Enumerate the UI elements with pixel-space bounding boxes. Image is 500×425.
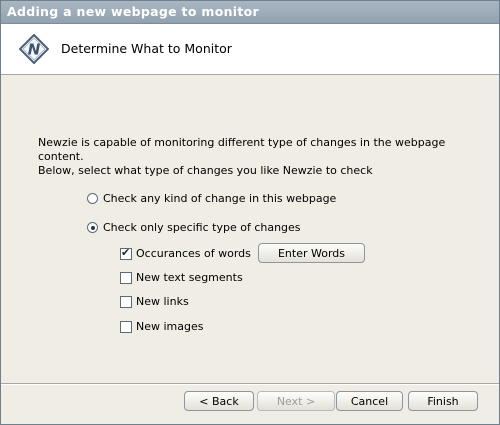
any-change-label: Check any kind of change in this webpage [103, 192, 337, 205]
wizard-header: N Determine What to Monitor [1, 24, 499, 75]
checkbox-new-images[interactable]: New images [120, 320, 203, 333]
wizard-content: Newzie is capable of monitoring differen… [1, 75, 499, 383]
occurances-of-words-label: Occurances of words [136, 247, 251, 260]
new-text-segments-checkbox[interactable] [120, 271, 132, 284]
cancel-button[interactable]: Cancel [336, 391, 403, 411]
new-text-segments-label: New text segments [136, 271, 243, 284]
title-bar[interactable]: Adding a new webpage to monitor [1, 1, 499, 24]
specific-change-label: Check only specific type of changes [103, 221, 301, 234]
next-button[interactable]: Next > [257, 391, 335, 411]
back-button[interactable]: < Back [184, 391, 254, 411]
footer-separator [1, 383, 499, 385]
new-images-checkbox[interactable] [120, 320, 132, 333]
svg-text:N: N [28, 41, 41, 59]
occurances-of-words-checkbox[interactable]: ✔ [120, 245, 132, 260]
description-line-1: Newzie is capable of monitoring differen… [38, 136, 446, 163]
wizard-window: Adding a new webpage to monitor N Determ… [0, 0, 500, 425]
option-specific-change[interactable]: Check only specific type of changes [87, 221, 301, 234]
new-links-checkbox[interactable] [120, 295, 132, 308]
any-change-radio[interactable] [87, 193, 98, 204]
window-title: Adding a new webpage to monitor [7, 4, 259, 19]
checkbox-occurances-of-words[interactable]: ✔ Occurances of words [120, 245, 251, 260]
description-text: Newzie is capable of monitoring differen… [38, 136, 468, 178]
option-any-change[interactable]: Check any kind of change in this webpage [87, 192, 336, 205]
enter-words-button[interactable]: Enter Words [258, 243, 365, 263]
checkbox-new-text-segments[interactable]: New text segments [120, 271, 243, 284]
finish-button[interactable]: Finish [408, 391, 478, 411]
newzie-logo-icon: N [19, 34, 49, 64]
new-links-label: New links [136, 295, 189, 308]
description-line-2: Below, select what type of changes you l… [38, 164, 373, 177]
checkbox-new-links[interactable]: New links [120, 295, 189, 308]
checkmark-icon: ✔ [121, 245, 131, 259]
page-title: Determine What to Monitor [61, 41, 232, 56]
specific-change-radio[interactable] [87, 222, 98, 233]
new-images-label: New images [136, 320, 204, 333]
